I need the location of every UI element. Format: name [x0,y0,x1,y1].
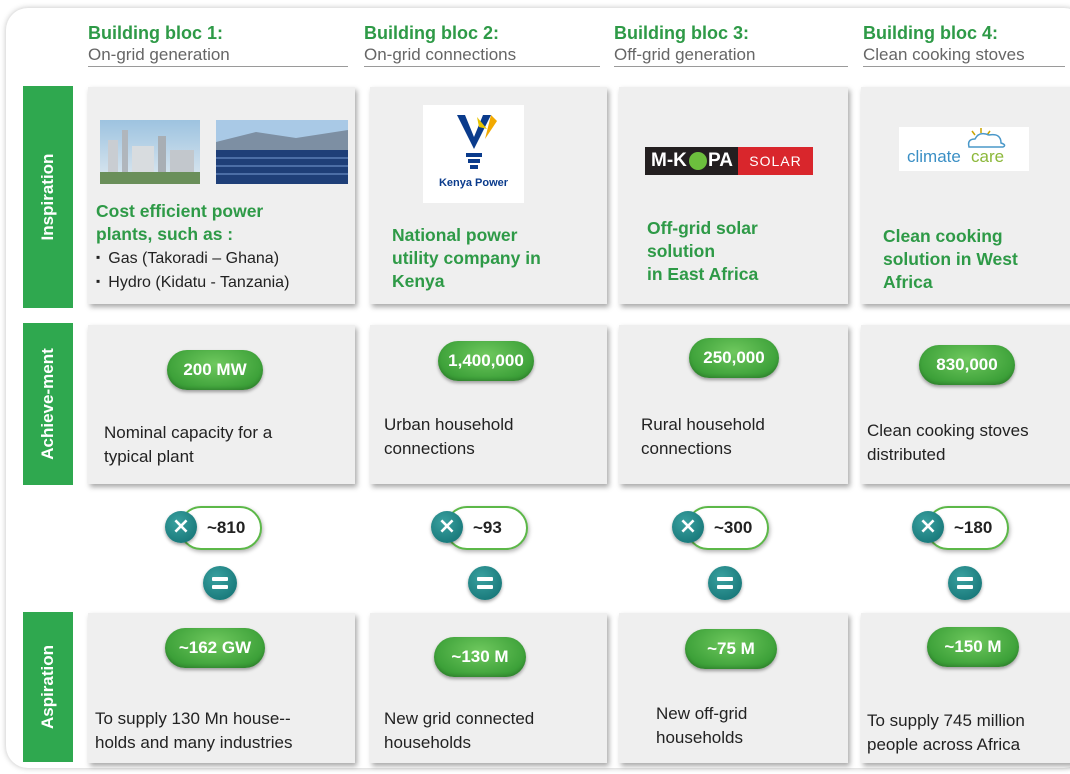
climatecare-logo: climate care [899,127,1029,171]
column-title: Building bloc 1: [88,23,223,43]
mkopa-solar-logo: M-K PA SOLAR [645,147,813,175]
row-label-achievement: Achieve-ment [23,323,73,485]
inspiration-card-1: Cost efficient power plants, such as : G… [88,87,355,304]
multiply-icon: × [912,511,944,543]
inspiration-text: Clean cooking solution in West Africa [883,226,1018,292]
aspiration-text: New grid connected households [384,709,535,752]
mkopa-o-icon [689,152,707,170]
column-title: Building bloc 4: [863,23,998,43]
inspiration-text: Off-grid solar solution in East Africa [647,218,759,284]
aspiration-value-badge: ~150 M [927,627,1019,667]
equals-icon [948,566,982,600]
row-label-aspiration: Aspiration [23,612,73,762]
achievement-card-4: 830,000 Clean cooking stoves distributed [861,325,1070,484]
inspiration-text: National power utility company in Kenya [392,225,541,291]
list-item: Gas (Takoradi – Ghana) [96,247,289,271]
row-label-inspiration: Inspiration [23,86,73,308]
achievement-card-3: 250,000 Rural household connections [619,325,848,484]
aspiration-text: New off-grid households [656,704,748,747]
aspiration-value-badge: ~130 M [434,637,526,677]
column-subtitle: Off-grid generation [614,45,756,64]
achievement-value-badge: 830,000 [919,345,1015,385]
aspiration-text: To supply 130 Mn house-- holds and many … [95,709,293,752]
column-header-3: Building bloc 3: Off-grid generation [614,4,848,67]
equals-icon [203,566,237,600]
column-subtitle: On-grid connections [364,45,517,64]
achievement-text: Rural household connections [641,415,765,458]
equals-icon [708,566,742,600]
column-header-4: Building bloc 4: Clean cooking stoves [863,4,1065,67]
aspiration-text: To supply 745 million people across Afri… [867,711,1025,754]
multiplier-1: ~810 × [165,506,262,550]
aspiration-card-4: ~150 M To supply 745 million people acro… [861,613,1070,763]
equals-icon [468,566,502,600]
aspiration-value-badge: ~75 M [685,629,777,669]
column-subtitle: On-grid generation [88,45,230,64]
achievement-text: Urban household connections [384,415,514,458]
achievement-value-badge: 250,000 [689,338,779,378]
inspiration-card-2: Kenya Power National power utility compa… [370,87,607,304]
column-header-1: Building bloc 1: On-grid generation [88,4,348,67]
solar-field-photo [216,120,348,184]
column-subtitle: Clean cooking stoves [863,45,1025,64]
multiply-icon: × [672,511,704,543]
achievement-text: Clean cooking stoves distributed [867,421,1029,464]
aspiration-card-1: ~162 GW To supply 130 Mn house-- holds a… [88,613,355,763]
gas-plant-photo [100,120,200,184]
aspiration-card-2: ~130 M New grid connected households [370,613,607,763]
column-header-2: Building bloc 2: On-grid connections [364,4,600,67]
aspiration-value-badge: ~162 GW [165,628,265,668]
kenya-power-logo: Kenya Power [423,105,524,203]
multiply-icon: × [165,511,197,543]
multiplier-2: ~93 × [431,506,528,550]
column-title: Building bloc 2: [364,23,499,43]
achievement-card-2: 1,400,000 Urban household connections [370,325,607,484]
inspiration-card-3: M-K PA SOLAR Off-grid solar solution in … [619,87,848,304]
aspiration-card-3: ~75 M New off-grid households [619,613,848,763]
list-item: Hydro (Kidatu - Tanzania) [96,271,289,295]
multiply-icon: × [431,511,463,543]
achievement-card-1: 200 MW Nominal capacity for a typical pl… [88,325,355,484]
multiplier-3: ~300 × [672,506,769,550]
multiplier-4: ~180 × [912,506,1009,550]
inspiration-card-4: climate care Clean cooking solution in W… [861,87,1070,304]
sun-cloud-icon [967,128,1006,148]
inspiration-text: Cost efficient power plants, such as : [96,201,264,244]
column-title: Building bloc 3: [614,23,749,43]
example-list: Gas (Takoradi – Ghana) Hydro (Kidatu - T… [96,247,289,295]
achievement-value-badge: 200 MW [167,350,263,390]
achievement-value-badge: 1,400,000 [438,341,534,381]
achievement-text: Nominal capacity for a typical plant [104,423,273,466]
